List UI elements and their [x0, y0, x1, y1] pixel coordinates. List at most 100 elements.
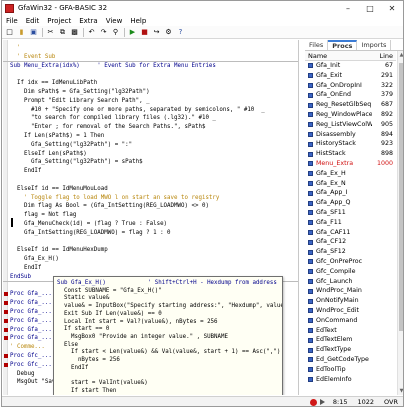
menu-project[interactable]: Project [43, 17, 75, 25]
code-line[interactable]: ' Comme... [10, 343, 45, 352]
code-line[interactable]: Proc Gfc_... [10, 361, 52, 370]
code-line[interactable]: Proc Gfa_... [10, 317, 52, 326]
code-line[interactable]: ElseIf Len(sPath$) [10, 150, 87, 159]
minimize-button[interactable]: – [337, 1, 359, 15]
breakpoint-marker[interactable] [4, 292, 8, 297]
proc-list-item[interactable]: Gfc_Launch [305, 277, 396, 287]
code-line[interactable]: Prompt "Edit Library Search Path", _ [10, 97, 150, 106]
proc-list-item[interactable]: HistoryStack 923 [305, 139, 396, 149]
maximize-button[interactable]: □ [359, 1, 381, 15]
proc-list-item[interactable]: WndProc_Edit [305, 306, 396, 316]
code-line[interactable]: Proc Gfa_... [10, 334, 52, 343]
code-line[interactable]: #10 + "Specify one or more paths, separa… [10, 106, 265, 115]
proc-list-item[interactable]: Gfa_F11 [305, 218, 396, 228]
breakpoint-marker[interactable] [4, 310, 8, 314]
scroll-down-icon[interactable]: ▼ [398, 387, 403, 395]
help-icon[interactable]: ? [176, 28, 185, 37]
breakpoint-marker[interactable] [4, 318, 8, 323]
close-button[interactable]: ✕ [381, 1, 403, 15]
proc-list-item[interactable]: OnCommand [305, 316, 396, 326]
copy-icon[interactable]: ⧉ [58, 28, 67, 37]
proc-list-item[interactable]: Gfc_Compile [305, 267, 396, 277]
breakpoint-marker[interactable] [4, 362, 8, 367]
tab-files[interactable]: Files [305, 40, 329, 50]
code-line[interactable]: If idx == IdMenuLibPath [10, 79, 97, 88]
save-icon[interactable]: ▣ [29, 28, 38, 37]
new-icon[interactable]: □ [5, 28, 14, 37]
undo-icon[interactable]: ↶ [87, 28, 96, 37]
proc-list-item[interactable]: EdElemInfo [305, 375, 396, 385]
proc-list-item[interactable]: Ed_GetCodeType [305, 355, 396, 365]
proc-list-item[interactable]: Gfa_App_Q [305, 198, 396, 208]
proc-list-item[interactable]: Reg_ResetGlbSeq 687 [305, 100, 396, 110]
code-line[interactable]: Gfa_IntSetting(REG_LOADMWO) = flag ? 1 :… [10, 229, 171, 238]
menu-view[interactable]: View [102, 17, 127, 25]
code-line[interactable]: Gfa_Ex_H() [10, 255, 59, 264]
procs-scrollbar[interactable]: ▲ ▼ [397, 51, 403, 395]
proc-list-item[interactable]: EdToolTip [305, 365, 396, 375]
open-icon[interactable]: ▮ [17, 28, 26, 37]
proc-list-item[interactable]: Gfa_SF11 [305, 208, 396, 218]
redo-icon[interactable]: ↷ [99, 28, 108, 37]
proc-list-item[interactable]: OnNotifyMain [305, 296, 396, 306]
proc-list-item[interactable]: Gfa_CAF11 [305, 228, 396, 238]
code-line[interactable]: Gfa_Setting("lg32Path") = sPath$ [10, 158, 143, 167]
proc-list-item[interactable]: Gfa_OnDropInI 322 [305, 81, 396, 91]
code-line[interactable]: ElseIf id == IdMenuHexDump [10, 246, 108, 255]
proc-list-item[interactable]: Gfa_Ex_N [305, 179, 396, 189]
scrollbar-thumb[interactable] [399, 63, 403, 331]
proc-list-item[interactable]: Gfa_Init 67 [305, 61, 396, 71]
proc-list-item[interactable]: Gfa_OnEnd 379 [305, 90, 396, 100]
proc-list-item[interactable]: Gfa_SF12 [305, 247, 396, 257]
code-line[interactable]: ElseIf id == IdMenuMouLoad [10, 185, 108, 194]
code-editor[interactable]: ' ' Event Sub Sub Menu_Extra(idx%) ' Even… [3, 40, 299, 395]
code-line[interactable]: ' [10, 44, 21, 53]
proc-list-item[interactable]: EdTextElem [305, 335, 396, 345]
proc-list-item[interactable]: Disassembly 894 [305, 130, 396, 140]
proc-list-item[interactable]: HistStack 898 [305, 149, 396, 159]
breakpoint-marker[interactable] [4, 336, 8, 341]
code-line[interactable]: "to search for compiled library files (.… [10, 114, 216, 123]
column-header-name[interactable]: Name [305, 51, 371, 60]
proc-list-item[interactable]: Gfa_App_I [305, 188, 396, 198]
step-icon[interactable]: ↪ [152, 28, 161, 37]
proc-list-item[interactable]: Gfa_CF12 [305, 237, 396, 247]
menu-edit[interactable]: Edit [22, 17, 44, 25]
tab-procs[interactable]: Procs [328, 40, 358, 50]
stop-icon[interactable]: ■ [140, 28, 149, 37]
code-line[interactable]: Debug [10, 370, 34, 379]
find-icon[interactable]: ⚲ [111, 28, 120, 37]
breakpoint-marker[interactable] [4, 301, 8, 306]
menu-file[interactable]: File [2, 17, 22, 25]
code-line[interactable]: Proc Gfa_... [10, 290, 52, 299]
tab-imports[interactable]: Imports [357, 40, 392, 50]
code-line[interactable]: Proc Gfc_... [10, 352, 52, 361]
proc-list-item[interactable]: Gfc_OnPreProc [305, 257, 396, 267]
code-line[interactable]: Dim sPath$ = Gfa_Setting("lg32Path") [10, 88, 150, 97]
proc-list-item[interactable]: Menu_Extra 1000 [305, 159, 396, 169]
code-line[interactable]: Sub Menu_Extra(idx%) ' Event Sub for Ext… [3, 60, 298, 71]
menu-help[interactable]: Help [126, 17, 150, 25]
code-line[interactable]: EndIf [10, 264, 41, 273]
proc-list-item[interactable]: Gfa_Exit 291 [305, 71, 396, 81]
proc-list-item[interactable]: Gfa_Ex_H [305, 169, 396, 179]
code-line[interactable]: "Enter ; for removal of the Search Paths… [10, 123, 206, 132]
paste-icon[interactable]: ▩ [70, 28, 79, 37]
column-header-line[interactable]: Line [371, 51, 396, 60]
proc-list-item[interactable]: EdText [305, 326, 396, 336]
code-line[interactable]: Dim flag As Bool = (Gfa_IntSetting(REG_L… [10, 202, 209, 211]
proc-list-item[interactable]: Reg_WindowPlace... 892 [305, 110, 396, 120]
code-line[interactable]: Proc Gfa_... [10, 308, 52, 317]
cut-icon[interactable]: ✂ [46, 28, 55, 37]
scroll-up-icon[interactable]: ▲ [398, 51, 403, 59]
code-line[interactable]: Gfa_Setting("lg32Path") = ":" [10, 141, 132, 150]
code-line[interactable]: flag = Not flag [10, 211, 76, 220]
code-line[interactable]: Proc Gfa_... [10, 299, 52, 308]
proc-list-item[interactable]: EdTextType [305, 345, 396, 355]
breakpoint-marker[interactable] [4, 327, 8, 332]
run-icon[interactable]: ▶ [128, 28, 137, 37]
code-line[interactable]: If Len(sPath$) = 1 Then [10, 132, 104, 141]
settings-icon[interactable]: ⚙ [164, 28, 173, 37]
code-line[interactable]: EndIf [10, 167, 41, 176]
proc-list-item[interactable]: WndProc_Main [305, 286, 396, 296]
